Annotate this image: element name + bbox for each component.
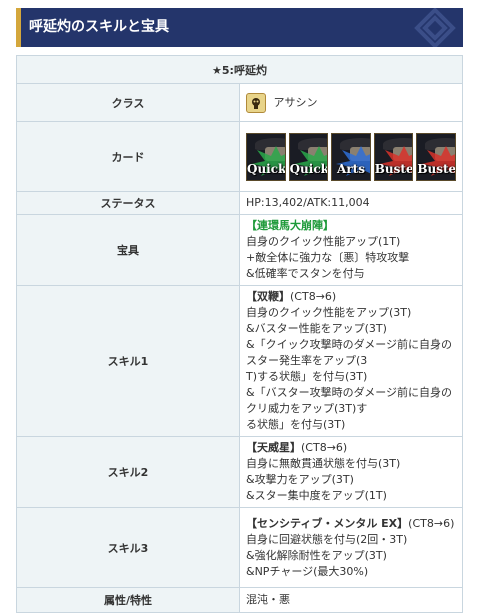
cards-header: カード bbox=[16, 121, 240, 192]
skill1-effect-line: る状態」を付与(3T) bbox=[246, 418, 346, 431]
skill2-name: 【天威星】 bbox=[246, 441, 301, 454]
command-card-buster: Buster bbox=[373, 132, 414, 181]
command-card-arts: Arts bbox=[331, 132, 371, 181]
skill2-effect-line: 自身に無敵貫通状態を付与(3T) bbox=[246, 457, 401, 470]
skill1-cell: 【双鞭】(CT8→6) 自身のクイック性能をアップ(3T) &バスター性能をアッ… bbox=[239, 285, 463, 437]
np-effect-line: &低確率でスタンを付与 bbox=[246, 267, 365, 280]
skill3-name: 【センシティブ・メンタル EX】 bbox=[246, 516, 409, 530]
assassin-class-icon bbox=[246, 92, 266, 113]
skill1-title-line: 【双鞭】(CT8→6) bbox=[246, 289, 456, 305]
skill3-title-line: 【センシティブ・メンタル EX】(CT8→6) bbox=[246, 516, 456, 532]
command-cards: QuickQuick Arts BusterBuster bbox=[246, 130, 456, 184]
class-value: アサシン bbox=[273, 95, 318, 109]
np-effect-line: 自身のクイック性能アップ(1T) bbox=[246, 235, 401, 248]
skill2-effect-line: &攻撃力をアップ(3T) bbox=[246, 473, 354, 486]
skill1-effect-line: &「クイック攻撃時のダメージ前に自身のスター発生率をアップ(3 bbox=[246, 338, 453, 367]
np-effect-line: +敵全体に強力な〔悪〕特攻攻撃 bbox=[246, 251, 410, 264]
command-card-quick: Quick bbox=[246, 132, 286, 181]
status-value: HP:13,402/ATK:11,004 bbox=[239, 191, 463, 215]
status-header: ステータス bbox=[16, 191, 240, 215]
skill3-effect-line: &NPチャージ(最大30%) bbox=[246, 564, 369, 578]
skill2-cell: 【天威星】(CT8→6) 自身に無敵貫通状態を付与(3T) &攻撃力をアップ(3… bbox=[239, 436, 463, 508]
skill1-effect-line: &「バスター攻撃時のダメージ前に自身のクリ威力をアップ(3T)す bbox=[246, 386, 453, 415]
skill1-effect-line: 自身のクイック性能をアップ(3T) bbox=[246, 306, 412, 319]
card-type-label: Buster bbox=[417, 161, 456, 176]
class-value-cell: アサシン bbox=[239, 83, 463, 122]
card-type-label: Quick bbox=[247, 161, 286, 176]
skill3-effect-line: 自身に回避状態を付与(2回・3T) bbox=[246, 532, 408, 546]
command-card-quick: Quick bbox=[288, 132, 329, 181]
skill1-effect-line: &バスター性能をアップ(3T) bbox=[246, 322, 387, 335]
card-type-label: Quick bbox=[289, 161, 329, 176]
skill2-effect-line: &スター集中度をアップ(1T) bbox=[246, 489, 387, 502]
skill3-header: スキル3 bbox=[16, 507, 240, 588]
skill1-header: スキル1 bbox=[16, 285, 240, 437]
skills-table: ★5:呼延灼 クラス アサシン カード QuickQuick Arts Buster… bbox=[16, 55, 463, 613]
section-header: 呼延灼のスキルと宝具 bbox=[16, 8, 463, 47]
np-name: 【連環馬大崩陣】 bbox=[246, 219, 334, 232]
skill2-header: スキル2 bbox=[16, 436, 240, 508]
skill3-effect-line: &強化解除耐性をアップ(3T) bbox=[246, 548, 387, 562]
skill2-title-line: 【天威星】(CT8→6) bbox=[246, 440, 456, 456]
skill2-cooldown: (CT8→6) bbox=[301, 441, 348, 454]
np-header: 宝具 bbox=[16, 214, 240, 286]
card-type-label: Arts bbox=[337, 161, 365, 176]
skill1-cooldown: (CT8→6) bbox=[290, 290, 337, 303]
servant-title: ★5:呼延灼 bbox=[16, 55, 463, 84]
card-type-label: Buster bbox=[374, 161, 414, 176]
skill3-cell: 【センシティブ・メンタル EX】(CT8→6) 自身に回避状態を付与(2回・3T… bbox=[239, 507, 463, 588]
class-header: クラス bbox=[16, 83, 240, 122]
np-cell: 【連環馬大崩陣】 自身のクイック性能アップ(1T) +敵全体に強力な〔悪〕特攻攻… bbox=[239, 214, 463, 286]
command-card-buster: Buster bbox=[416, 132, 456, 181]
skill1-effect-line: T)する状態」を付与(3T) bbox=[246, 370, 368, 383]
section-title: 呼延灼のスキルと宝具 bbox=[29, 19, 169, 35]
attributes-header: 属性/特性 bbox=[16, 587, 240, 613]
attributes-value: 混沌・悪 bbox=[239, 587, 463, 613]
diamond-logo-icon bbox=[414, 8, 456, 47]
skill3-cooldown: (CT8→6) bbox=[408, 516, 455, 530]
cards-cell: QuickQuick Arts BusterBuster bbox=[239, 121, 463, 192]
skill1-name: 【双鞭】 bbox=[246, 290, 290, 303]
